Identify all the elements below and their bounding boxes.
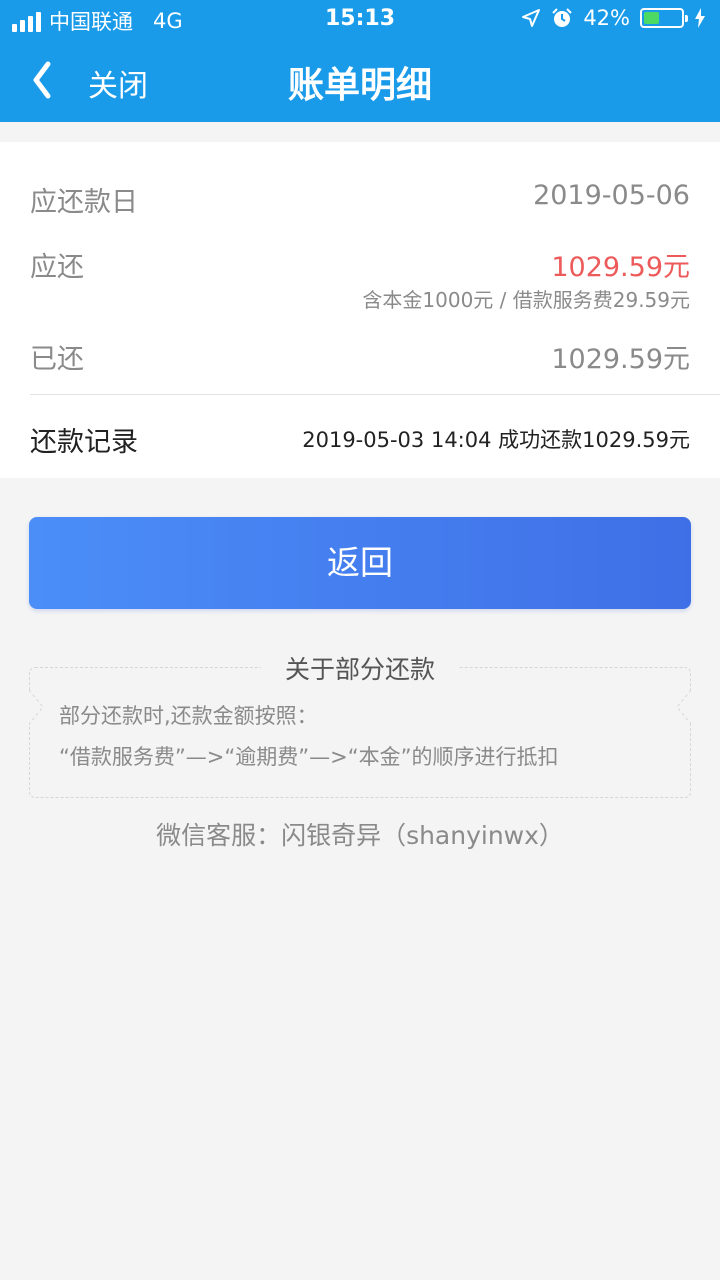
divider: [30, 394, 720, 395]
battery-icon: [640, 8, 688, 28]
bill-card: 应还款日 2019-05-06 应还 1029.59元 含本金1000元 / 借…: [0, 142, 720, 478]
paid-value: 1029.59元: [551, 344, 690, 375]
battery-level: [644, 12, 659, 24]
alarm-icon: [552, 8, 573, 27]
payable-breakdown: 含本金1000元 / 借款服务费29.59元: [362, 288, 690, 312]
page-title: 账单明细: [287, 65, 432, 106]
notice-notch-left: [29, 690, 44, 724]
payable-label: 应还: [30, 252, 84, 283]
repayment-record-value: 2019-05-03 14:04 成功还款1029.59元: [302, 428, 690, 452]
status-bar: 中国联通 4G 15:13 42%: [0, 0, 720, 40]
notice-line-2: “借款服务费”—>“逾期费”—>“本金”的顺序进行抵扣: [59, 745, 559, 769]
due-date-label: 应还款日: [30, 187, 138, 218]
notice-notch-right: [676, 690, 691, 724]
repayment-record-label: 还款记录: [30, 427, 138, 458]
partial-repayment-notice: [29, 667, 691, 798]
payable-value: 1029.59元: [551, 252, 690, 283]
return-button[interactable]: 返回: [29, 517, 691, 609]
paid-label: 已还: [30, 344, 84, 375]
due-date-value: 2019-05-06: [533, 180, 690, 211]
notice-title-wrap: 关于部分还款: [0, 650, 720, 686]
wechat-service-text: 微信客服：闪银奇异（shanyinwx）: [156, 821, 564, 850]
battery-percent: 42%: [583, 6, 630, 30]
location-arrow-icon: [522, 9, 541, 27]
notice-line-1: 部分还款时,还款金额按照：: [59, 704, 318, 728]
notice-title: 关于部分还款: [260, 650, 459, 686]
status-right: 42%: [521, 6, 706, 30]
nav-bar: 关闭 账单明细: [0, 40, 720, 122]
charging-bolt-icon: [695, 8, 705, 28]
